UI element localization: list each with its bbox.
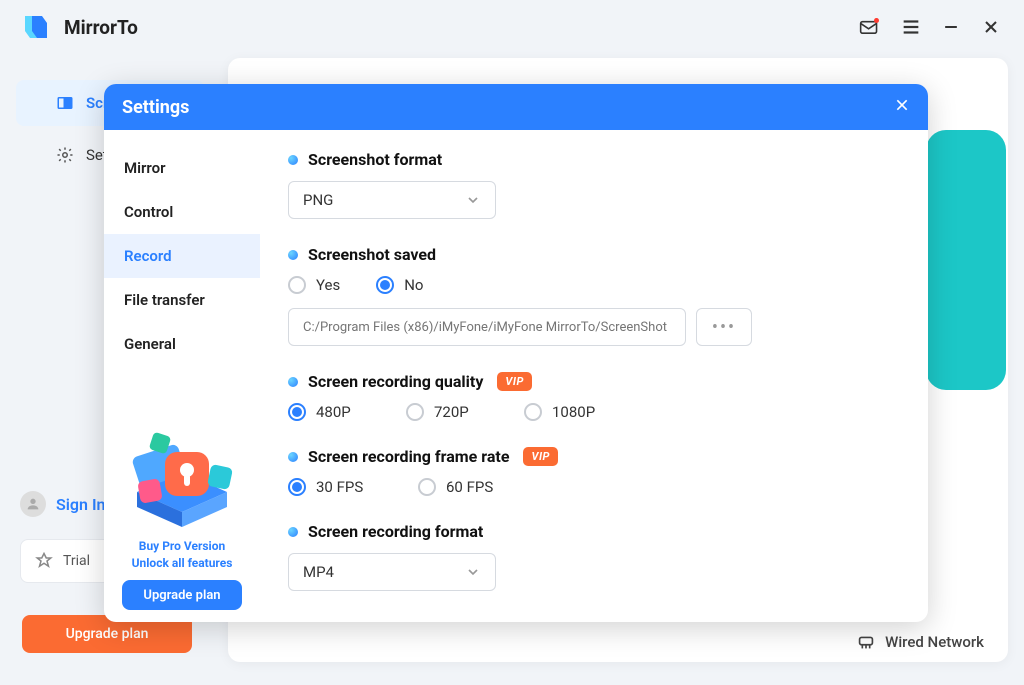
promo-text: Buy Pro Version Unlock all features	[116, 538, 248, 572]
radio-fps-30[interactable]: 30 FPS	[288, 478, 406, 496]
avatar-icon	[20, 491, 46, 517]
connection-mode-label: Wired Network	[885, 633, 984, 651]
browse-path-button[interactable]: •••	[696, 308, 752, 346]
decorative-panel	[926, 130, 1006, 390]
settings-nav-record[interactable]: Record	[104, 234, 260, 278]
settings-nav: Mirror Control Record File transfer Gene…	[104, 130, 260, 622]
modal-header: Settings	[104, 84, 928, 130]
sign-in-link[interactable]: Sign In	[20, 491, 105, 517]
screen-mirror-icon	[56, 94, 76, 112]
screenshot-path-input[interactable]	[288, 308, 686, 346]
settings-nav-file-transfer[interactable]: File transfer	[104, 278, 260, 322]
chevron-down-icon	[465, 564, 481, 580]
settings-content: Screenshot format PNG Screenshot saved Y…	[260, 130, 928, 622]
minimize-icon[interactable]	[938, 14, 964, 40]
close-icon[interactable]	[894, 97, 910, 118]
promo-illustration	[117, 422, 247, 532]
setting-label: Screenshot saved	[308, 245, 436, 264]
setting-label: Screen recording format	[308, 522, 483, 541]
vip-badge: VIP	[497, 372, 531, 391]
ellipsis-icon: •••	[712, 317, 736, 338]
settings-nav-mirror[interactable]: Mirror	[104, 146, 260, 190]
title-bar: MirrorTo	[0, 0, 1024, 54]
screenshot-format-dropdown[interactable]: PNG	[288, 181, 496, 219]
radio-quality-1080p[interactable]: 1080P	[524, 403, 642, 421]
gear-icon	[56, 146, 76, 164]
recording-format-dropdown[interactable]: MP4	[288, 553, 496, 591]
settings-nav-general[interactable]: General	[104, 322, 260, 366]
radio-screenshot-saved-no[interactable]: No	[376, 276, 423, 294]
dropdown-value: MP4	[303, 563, 334, 581]
radio-quality-480p[interactable]: 480P	[288, 403, 406, 421]
setting-recording-quality: Screen recording quality VIP 480P 720P 10…	[288, 372, 892, 421]
sign-in-label: Sign In	[56, 495, 105, 514]
promo-box: Buy Pro Version Unlock all features Upgr…	[104, 412, 260, 622]
setting-label: Screenshot format	[308, 150, 442, 169]
upgrade-plan-button[interactable]: Upgrade plan	[122, 580, 242, 610]
menu-icon[interactable]	[898, 14, 924, 40]
modal-title: Settings	[122, 97, 189, 118]
settings-nav-control[interactable]: Control	[104, 190, 260, 234]
setting-label: Screen recording quality	[308, 372, 483, 391]
dropdown-value: PNG	[303, 191, 333, 209]
radio-quality-720p[interactable]: 720P	[406, 403, 524, 421]
app-logo	[20, 11, 52, 43]
setting-screenshot-saved: Screenshot saved Yes No •••	[288, 245, 892, 346]
setting-recording-fps: Screen recording frame rate VIP 30 FPS 60…	[288, 447, 892, 496]
radio-fps-60[interactable]: 60 FPS	[418, 478, 536, 496]
setting-label: Screen recording frame rate	[308, 447, 509, 466]
trial-label: Trial	[63, 553, 90, 569]
connection-mode[interactable]: Wired Network	[855, 631, 984, 653]
setting-screenshot-format: Screenshot format PNG	[288, 150, 892, 219]
close-window-icon[interactable]	[978, 14, 1004, 40]
settings-modal: Settings Mirror Control Record File tran…	[104, 84, 928, 622]
mail-icon[interactable]	[858, 14, 884, 40]
setting-recording-format: Screen recording format MP4	[288, 522, 892, 591]
chevron-down-icon	[465, 192, 481, 208]
app-name: MirrorTo	[64, 16, 138, 39]
vip-badge: VIP	[523, 447, 557, 466]
radio-screenshot-saved-yes[interactable]: Yes	[288, 276, 340, 294]
